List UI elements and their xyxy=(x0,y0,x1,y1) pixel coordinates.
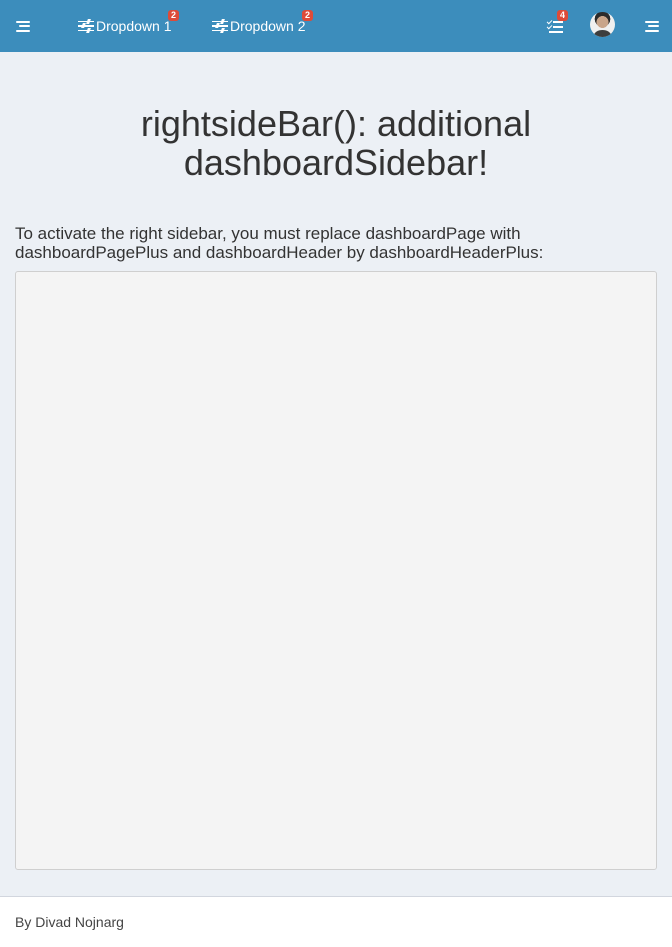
hamburger-icon xyxy=(16,20,30,32)
sliders-icon xyxy=(78,18,94,33)
dropdown-2-toggle[interactable]: Dropdown 2 xyxy=(212,0,306,52)
footer-credit: By Divad Nojnarg xyxy=(15,914,124,930)
sliders-icon xyxy=(212,18,228,33)
description-text: To activate the right sidebar, you must … xyxy=(15,224,544,262)
dropdown-2-label: Dropdown 2 xyxy=(230,18,306,34)
dropdown-1-toggle[interactable]: Dropdown 1 xyxy=(78,0,172,52)
footer: By Divad Nojnarg xyxy=(0,896,672,947)
page-title: rightsideBar(): additional dashboardSide… xyxy=(140,103,532,183)
hamburger-icon xyxy=(645,20,659,32)
tasks-badge: 4 xyxy=(557,10,568,21)
tasks-menu-toggle[interactable] xyxy=(546,0,563,52)
code-block xyxy=(15,271,657,870)
dropdown-1-label: Dropdown 1 xyxy=(96,18,172,34)
dropdown-1-badge: 2 xyxy=(168,10,179,21)
dropdown-2-badge: 2 xyxy=(302,10,313,21)
user-avatar[interactable] xyxy=(590,12,615,37)
left-sidebar-toggle[interactable] xyxy=(16,0,30,52)
top-navbar: Dropdown 1 2 Dropdown 2 2 4 xyxy=(0,0,672,52)
tasks-icon xyxy=(546,18,563,33)
right-sidebar-toggle[interactable] xyxy=(645,0,659,52)
